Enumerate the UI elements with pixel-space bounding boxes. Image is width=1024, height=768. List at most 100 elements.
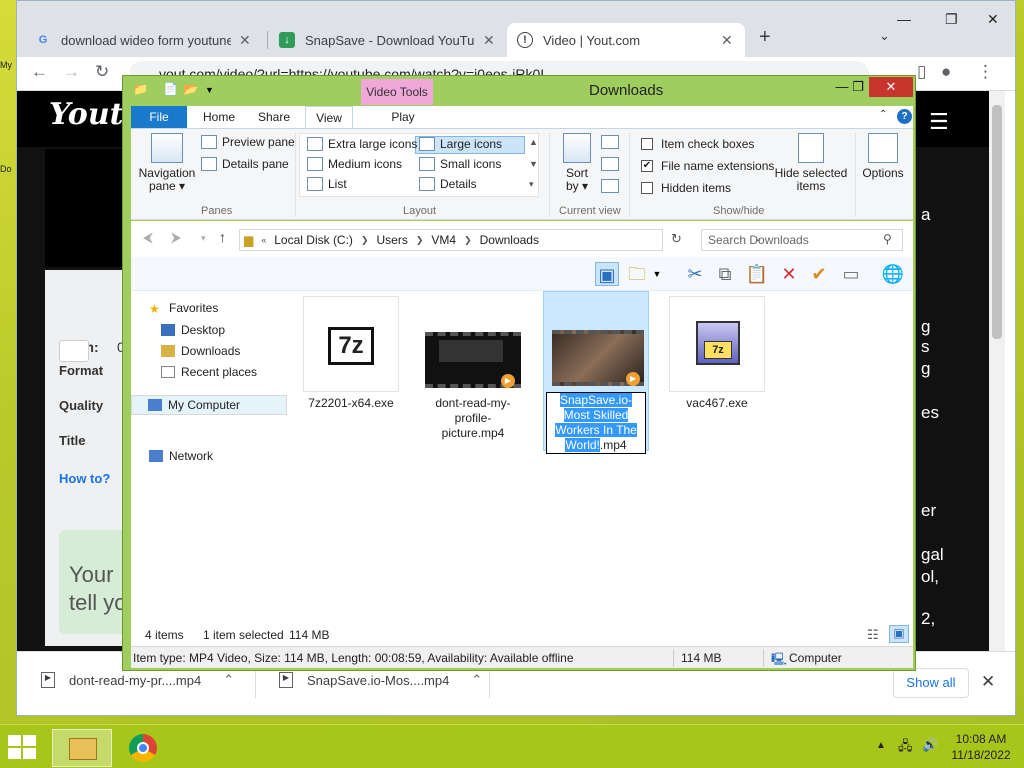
size-columns-icon[interactable] bbox=[601, 179, 619, 193]
chevron-up-icon[interactable]: ⌃ bbox=[471, 672, 482, 688]
details-pane-button[interactable]: Details pane bbox=[201, 157, 289, 171]
group-by-icon[interactable] bbox=[601, 135, 619, 149]
desktop-icon-label[interactable]: Do bbox=[0, 164, 12, 176]
file-explorer-taskbar-icon[interactable] bbox=[52, 729, 112, 767]
maximize-button[interactable]: ❐ bbox=[945, 11, 958, 28]
network-tray-icon[interactable]: 🖧 bbox=[898, 737, 913, 759]
profile-avatar-icon[interactable]: ● bbox=[941, 62, 951, 82]
address-box[interactable]: ▆ « Local Disk (C:) ❯ Users ❯ VM4 ❯ Down… bbox=[239, 229, 762, 251]
tab-home[interactable]: Home bbox=[193, 106, 245, 128]
large-icons-view-icon[interactable]: ▣ bbox=[889, 625, 909, 643]
copy-icon[interactable]: ⧉ bbox=[713, 262, 737, 286]
gallery-scroll-down-icon[interactable]: ▼ bbox=[529, 159, 538, 169]
breadcrumb-users[interactable]: Users bbox=[376, 233, 407, 247]
windows-start-icon[interactable] bbox=[8, 735, 38, 759]
file-item[interactable]: 7z vac467.exe bbox=[669, 296, 765, 411]
file-item-selected[interactable]: ▶ SnapSave.io-Most Skilled Workers In Th… bbox=[543, 291, 649, 454]
video-tools-tab[interactable]: Video Tools bbox=[361, 79, 433, 105]
how-to-link[interactable]: How to? bbox=[59, 471, 110, 486]
details-view-icon[interactable]: ☷ bbox=[867, 627, 879, 643]
recent-locations-dropdown-icon[interactable]: ▾ bbox=[201, 233, 206, 244]
gallery-expand-icon[interactable]: ▾ bbox=[529, 179, 534, 190]
refresh-icon[interactable]: ↻ bbox=[671, 231, 682, 247]
tab-google-search[interactable]: G download wideo form youtune - ✕ bbox=[25, 23, 263, 57]
close-window-button[interactable]: ✕ bbox=[869, 77, 913, 97]
tab-yout-active[interactable]: ! Video | Yout.com ✕ bbox=[507, 23, 745, 57]
desktop-icon-label[interactable]: My bbox=[0, 60, 12, 72]
nav-favorites[interactable]: ★ Favorites bbox=[149, 301, 218, 316]
navigation-pane-button[interactable]: Navigation pane ▾ bbox=[137, 133, 197, 193]
globe-icon[interactable]: 🌐 bbox=[881, 262, 905, 286]
layout-details[interactable]: Details bbox=[419, 177, 477, 191]
item-check-boxes-toggle[interactable]: Item check boxes bbox=[641, 137, 754, 151]
page-scrollbar-thumb[interactable] bbox=[992, 105, 1002, 339]
delete-icon[interactable]: ✕ bbox=[777, 262, 801, 286]
tab-snapsave[interactable]: ↓ SnapSave - Download YouTube V ✕ bbox=[269, 23, 507, 57]
download-item[interactable]: ▶ dont-read-my-pr....mp4 ⌃ bbox=[41, 672, 234, 688]
add-columns-icon[interactable] bbox=[601, 157, 619, 171]
forward-arrow-icon[interactable]: ⮞ bbox=[171, 229, 181, 246]
tab-search-chevron-icon[interactable]: ⌄ bbox=[879, 28, 890, 44]
tab-play[interactable]: Play bbox=[367, 106, 439, 128]
new-folder-icon[interactable]: 📂 bbox=[183, 82, 198, 96]
chrome-taskbar-icon[interactable] bbox=[114, 729, 174, 767]
download-item[interactable]: ▶ SnapSave.io-Mos....mp4 ⌃ bbox=[279, 672, 482, 688]
extensions-icon[interactable]: ▯ bbox=[917, 62, 926, 82]
back-arrow-icon[interactable]: ← bbox=[31, 62, 48, 82]
hidden-items-toggle[interactable]: Hidden items bbox=[641, 181, 731, 195]
hide-selected-items-button[interactable]: Hide selected items bbox=[771, 133, 851, 193]
collapse-ribbon-icon[interactable]: ⌃ bbox=[879, 109, 887, 120]
menu-kebab-icon[interactable]: ⋮ bbox=[977, 62, 994, 82]
nav-downloads[interactable]: Downloads bbox=[161, 344, 240, 358]
volume-icon[interactable]: 🔊 bbox=[922, 737, 938, 753]
tab-share[interactable]: Share bbox=[249, 106, 299, 128]
close-icon[interactable]: ✕ bbox=[483, 32, 495, 49]
minimize-button[interactable]: — bbox=[897, 11, 911, 27]
dropdown-icon[interactable]: ▼ bbox=[645, 262, 669, 286]
nav-my-computer[interactable]: My Computer bbox=[131, 395, 287, 415]
hamburger-menu-icon[interactable]: ☰ bbox=[929, 109, 949, 135]
nav-desktop[interactable]: Desktop bbox=[161, 323, 225, 337]
layout-list[interactable]: List bbox=[307, 177, 347, 191]
tab-file[interactable]: File bbox=[131, 106, 187, 128]
forward-arrow-icon[interactable]: → bbox=[63, 62, 80, 82]
site-logo[interactable]: Yout bbox=[49, 97, 124, 132]
quick-access-dropdown-icon[interactable]: ▼ bbox=[205, 85, 214, 95]
options-button[interactable]: Options bbox=[859, 133, 907, 180]
nav-recent-places[interactable]: Recent places bbox=[161, 365, 257, 379]
gallery-scroll-up-icon[interactable]: ▲ bbox=[529, 137, 538, 147]
cut-icon[interactable]: ✂ bbox=[683, 262, 707, 286]
close-icon[interactable]: ✕ bbox=[239, 32, 251, 49]
file-name-extensions-toggle[interactable]: ✔ File name extensions bbox=[641, 159, 774, 173]
close-icon[interactable]: ✕ bbox=[981, 672, 995, 692]
file-item[interactable]: 7z 7z2201-x64.exe bbox=[303, 296, 399, 411]
properties-icon[interactable]: 📄 bbox=[163, 82, 178, 96]
view-toggle-icon[interactable]: ▣ bbox=[595, 262, 619, 286]
clock[interactable]: 10:08 AM 11/18/2022 bbox=[948, 731, 1014, 763]
help-icon[interactable]: ? bbox=[897, 109, 912, 124]
chevron-up-icon[interactable]: ⌃ bbox=[223, 672, 234, 688]
reload-icon[interactable]: ↻ bbox=[95, 62, 109, 82]
nav-network[interactable]: Network bbox=[149, 449, 213, 463]
maximize-button[interactable]: ❐ bbox=[845, 77, 871, 97]
close-window-button[interactable]: ✕ bbox=[987, 11, 999, 28]
close-icon[interactable]: ✕ bbox=[721, 32, 733, 49]
sort-by-button[interactable]: Sort by ▾ bbox=[559, 133, 595, 193]
tray-overflow-chevron-icon[interactable]: ▲ bbox=[876, 740, 886, 751]
breadcrumb-local-disk[interactable]: Local Disk (C:) bbox=[274, 233, 353, 247]
layout-large-icons[interactable]: Large icons bbox=[419, 137, 502, 151]
rename-icon[interactable]: ▭ bbox=[839, 262, 863, 286]
breadcrumb-vm4[interactable]: VM4 bbox=[431, 233, 456, 247]
show-all-button[interactable]: Show all bbox=[893, 668, 969, 698]
check-icon[interactable]: ✔ bbox=[807, 262, 831, 286]
up-arrow-icon[interactable]: ↑ bbox=[219, 229, 226, 245]
breadcrumb-downloads[interactable]: Downloads bbox=[480, 233, 539, 247]
file-name-rename-field[interactable]: SnapSave.io-Most Skilled Workers In The … bbox=[546, 392, 646, 454]
layout-extra-large-icons[interactable]: Extra large icons bbox=[307, 137, 417, 151]
paste-icon[interactable]: 📋 bbox=[745, 262, 769, 286]
preview-pane-button[interactable]: Preview pane bbox=[201, 135, 295, 149]
trim-slider-handle[interactable] bbox=[59, 340, 89, 362]
new-tab-button[interactable]: + bbox=[759, 26, 771, 49]
back-arrow-icon[interactable]: ⮜ bbox=[143, 229, 153, 246]
file-item[interactable]: ▶ dont-read-my-profile-picture.mp4 bbox=[425, 296, 521, 441]
